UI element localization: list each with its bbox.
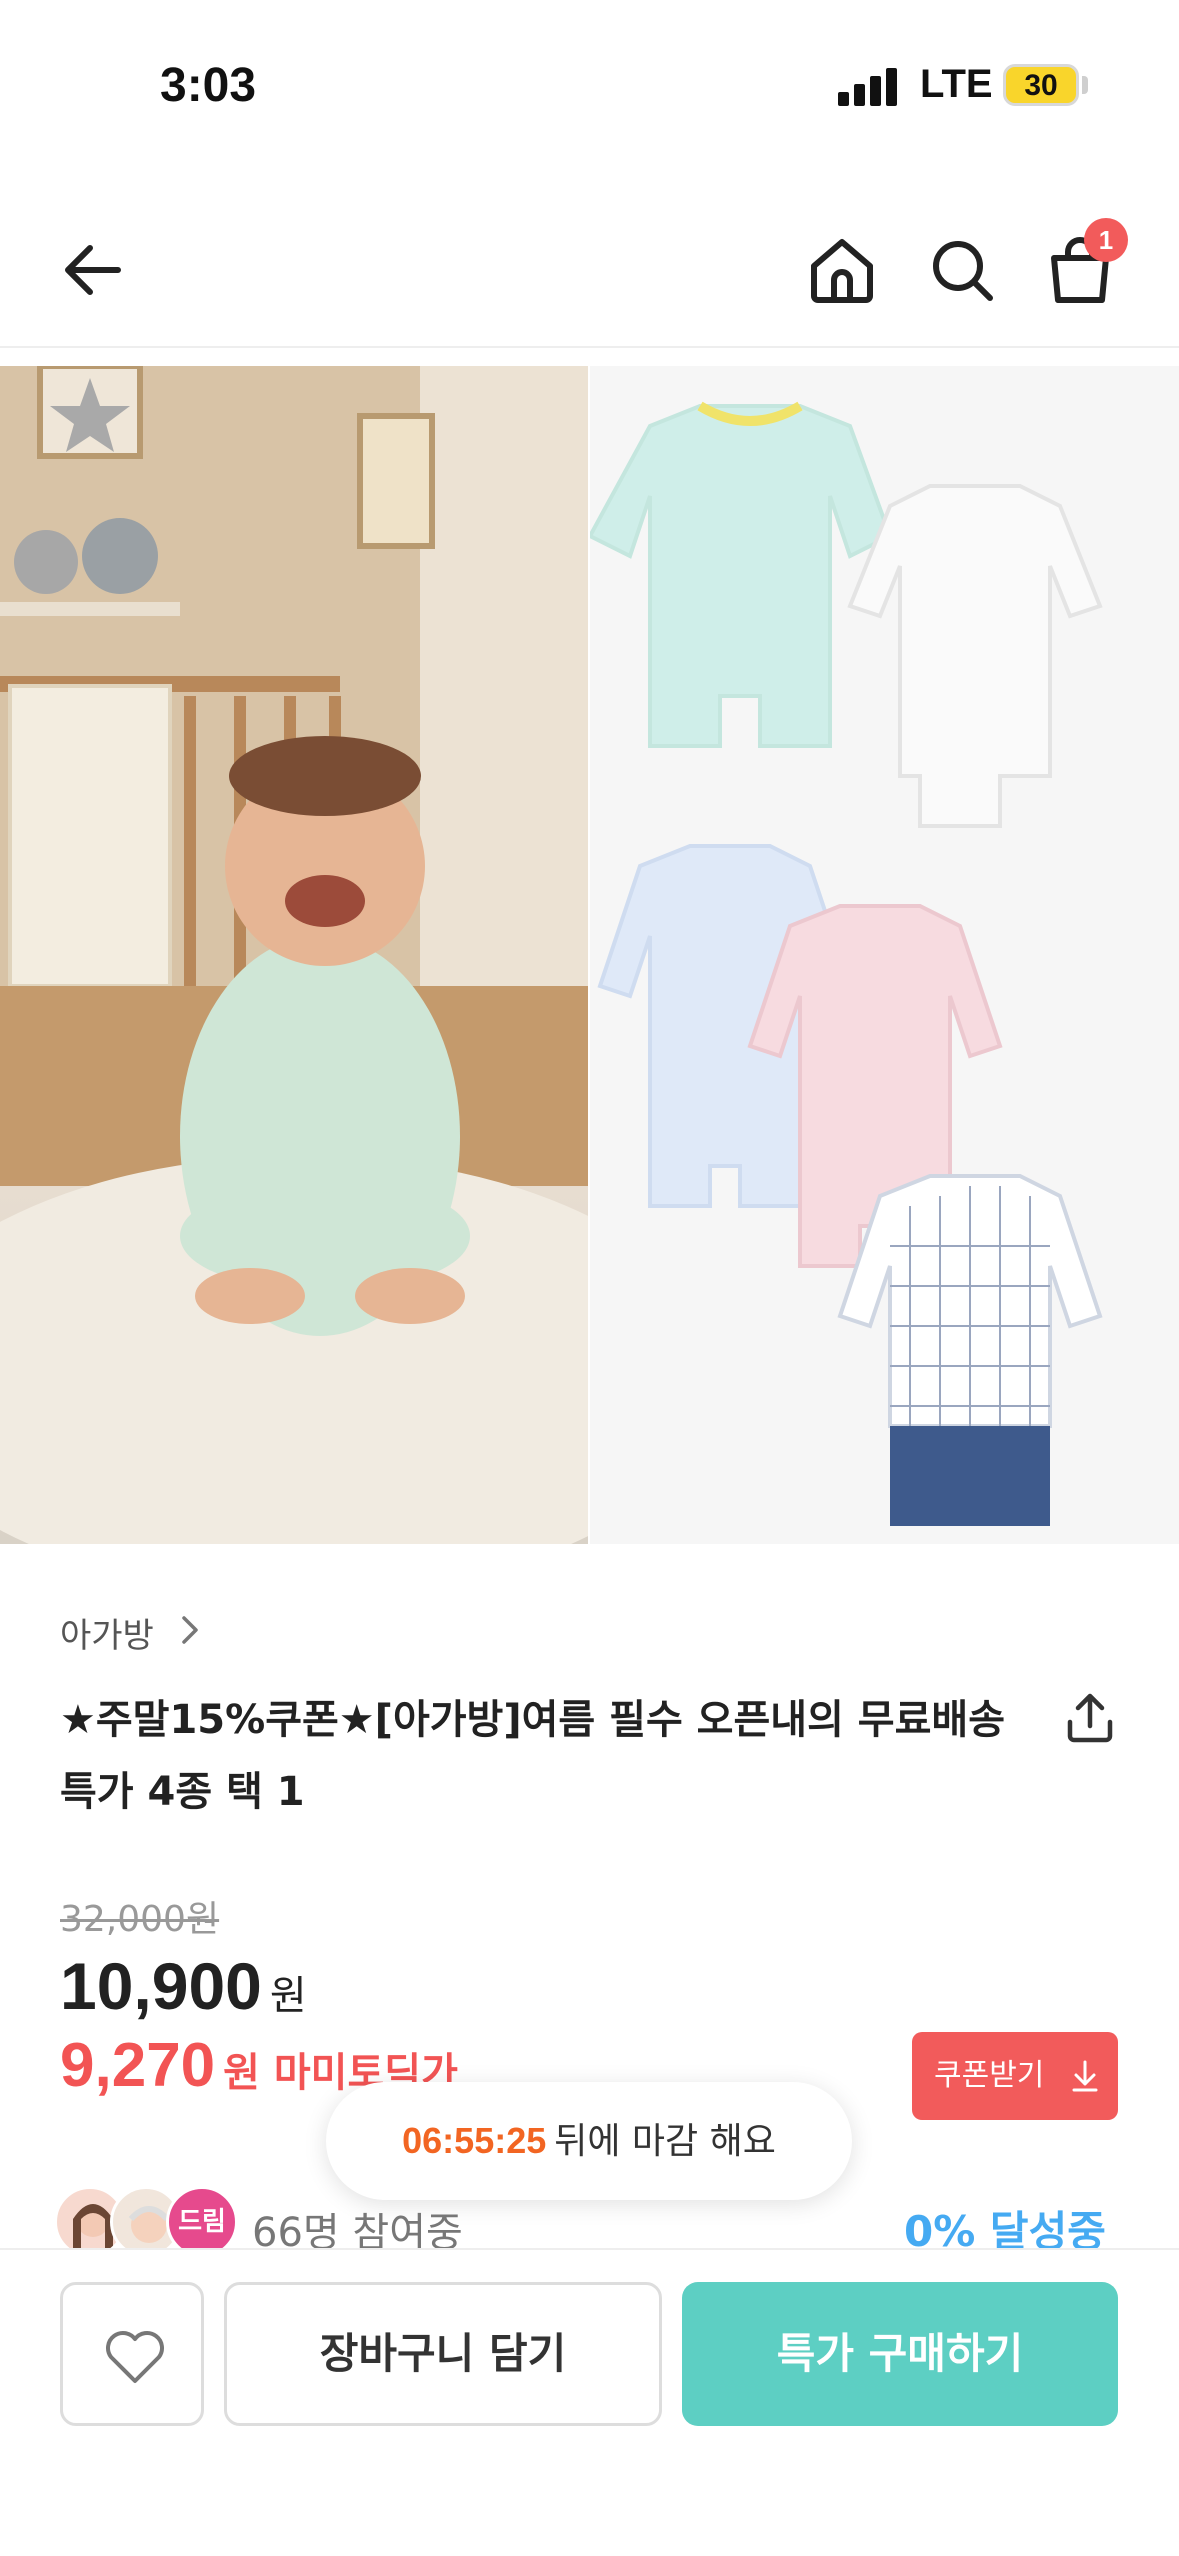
share-button[interactable] xyxy=(1062,1690,1118,1746)
coupon-download-button[interactable]: 쿠폰받기 xyxy=(912,2032,1118,2120)
download-arrow-icon xyxy=(1072,2060,1098,2092)
status-time: 3:03 xyxy=(160,59,257,112)
battery-level: 30 xyxy=(1024,69,1058,102)
cart-count-badge: 1 xyxy=(1084,218,1128,262)
bottom-action-bar: 장바구니 담기 특가 구매하기 xyxy=(0,2248,1179,2556)
brand-link[interactable]: 아가방 xyxy=(60,1608,154,1657)
countdown-timer: 06:55:25 xyxy=(402,2120,547,2161)
deadline-timer-toast: 06:55:25 뒤에 마감 해요 xyxy=(326,2082,852,2200)
signal-icon xyxy=(838,68,900,106)
member-price: 9,270 xyxy=(60,2031,216,2100)
original-price: 32,000원 xyxy=(60,1899,220,1940)
sale-price-row: 10,900 원 xyxy=(60,1948,307,2023)
network-type: LTE xyxy=(920,62,993,106)
battery-nub xyxy=(1082,76,1088,94)
timer-suffix-text: 뒤에 마감 해요 xyxy=(554,2121,776,2162)
wishlist-button[interactable] xyxy=(60,2282,204,2426)
home-button[interactable] xyxy=(802,230,882,310)
heart-icon xyxy=(106,2331,164,2383)
baby-photo-image xyxy=(0,366,588,1544)
back-button[interactable] xyxy=(56,230,136,310)
arrow-left-icon xyxy=(65,245,121,295)
product-image-gallery[interactable] xyxy=(0,366,1179,1544)
top-nav: 1 xyxy=(0,200,1179,348)
search-icon xyxy=(933,241,993,301)
status-bar: 3:03 LTE 30 xyxy=(0,0,1179,170)
sale-price: 10,900 xyxy=(60,1949,262,2023)
home-icon xyxy=(811,239,873,303)
battery-icon: 30 xyxy=(1003,64,1079,106)
buy-now-button[interactable]: 특가 구매하기 xyxy=(682,2282,1118,2426)
chevron-right-icon xyxy=(176,1612,204,1648)
search-button[interactable] xyxy=(922,230,1002,310)
coupon-button-label: 쿠폰받기 xyxy=(934,2058,1045,2093)
product-title: ★주말15%쿠폰★[아가방]여름 필수 오픈내의 무료배송 특가 4종 택 1 xyxy=(60,1697,1006,1815)
share-icon xyxy=(1067,1693,1113,1743)
sale-price-unit: 원 xyxy=(269,1973,307,2019)
clothing-collage-image xyxy=(590,366,1179,1544)
add-to-cart-button[interactable]: 장바구니 담기 xyxy=(224,2282,662,2426)
